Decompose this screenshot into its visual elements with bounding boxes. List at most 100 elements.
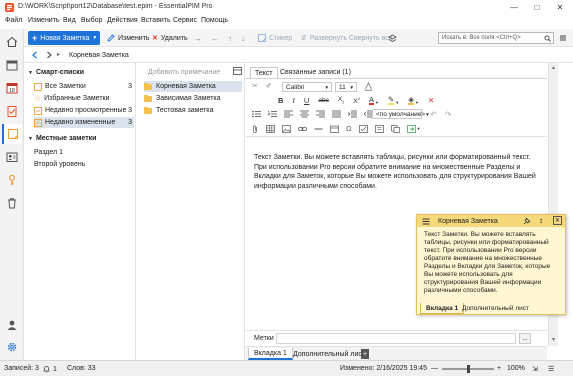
home-icon[interactable] xyxy=(4,34,20,50)
search-input[interactable]: Искать в: Все поля <Ctrl+Q> xyxy=(438,32,554,44)
floating-tab-extra[interactable]: Дополнительный лист xyxy=(457,303,534,314)
highlight-icon[interactable]: ✎ ▼ xyxy=(387,96,399,106)
add-note-input[interactable]: Добавить примечание xyxy=(148,69,220,76)
image-icon[interactable] xyxy=(282,124,291,133)
maximize-button[interactable]: □ xyxy=(526,0,548,14)
delete-button[interactable]: ✕ Удалить xyxy=(152,31,188,45)
status-expand-icon[interactable]: ⇲ xyxy=(532,365,538,373)
menu-select[interactable]: Выбор xyxy=(81,17,103,24)
toolbar-menu-icon[interactable] xyxy=(559,31,567,45)
export-icon[interactable]: ▼ xyxy=(406,124,421,133)
breadcrumb[interactable]: Корневая Заметка xyxy=(69,52,129,59)
align-center-icon[interactable] xyxy=(300,110,309,118)
status-settings-icon[interactable]: ☰ xyxy=(548,365,554,373)
arrow-left-icon[interactable]: ← xyxy=(211,34,219,43)
menu-file[interactable]: Файл xyxy=(5,17,22,24)
menu-help[interactable]: Помощь xyxy=(201,17,228,24)
pin-icon[interactable] xyxy=(523,217,531,225)
expand-collapse-button[interactable]: ⇵ Развернуть Свернуть все xyxy=(301,31,393,45)
notifications-indicator[interactable]: 1 xyxy=(43,365,57,373)
menu-view[interactable]: Вид xyxy=(63,17,76,24)
copy-icon[interactable] xyxy=(390,124,400,133)
settings-gear-icon[interactable] xyxy=(4,339,20,355)
scroll-down-icon[interactable]: ▼ xyxy=(551,337,556,343)
subscript-icon[interactable]: X2 xyxy=(338,96,345,104)
sheet-tab-extra[interactable]: Дополнительный лист xyxy=(288,348,370,360)
menu-icon[interactable] xyxy=(422,218,430,225)
view-options-icon[interactable] xyxy=(388,31,397,45)
note-body-text[interactable]: Текст Заметки. Вы можете вставлять табли… xyxy=(254,153,539,191)
trash-icon[interactable] xyxy=(4,195,20,211)
redo-icon[interactable]: ↷ xyxy=(445,110,452,119)
tab-text[interactable]: Текст xyxy=(250,67,278,78)
zoom-slider[interactable] xyxy=(442,365,494,373)
font-size-select[interactable]: 11 ▼ xyxy=(335,82,357,92)
local-section-1[interactable]: Раздел 1 xyxy=(34,147,134,158)
date-icon[interactable] xyxy=(330,125,339,133)
calendar-day-icon[interactable]: 18 xyxy=(4,80,20,96)
symbol-icon[interactable]: Ω xyxy=(346,124,352,133)
note-item[interactable]: Корневая Заметка xyxy=(144,81,242,92)
background-color-icon[interactable]: ◈ ▼ xyxy=(408,96,419,106)
menu-insert[interactable]: Вставить xyxy=(141,17,171,24)
indent-icon[interactable] xyxy=(348,110,357,118)
floating-note-text[interactable]: Текст Заметки. Вы можете вставлять табли… xyxy=(424,231,561,300)
style-select[interactable]: <по умолчание> ▼ xyxy=(372,109,430,119)
local-notes-header[interactable]: ▼ Местные заметки xyxy=(28,135,96,142)
notes-icon[interactable] xyxy=(2,124,22,144)
arrow-down-icon[interactable]: ↓ xyxy=(241,34,245,43)
align-left-icon[interactable] xyxy=(284,110,293,118)
attach-icon[interactable] xyxy=(252,124,259,133)
sheet-tab-1[interactable]: Вкладка 1 xyxy=(248,348,293,360)
note-link-icon[interactable] xyxy=(374,124,384,133)
tasks-icon[interactable] xyxy=(4,103,20,119)
numbered-list-icon[interactable] xyxy=(268,110,277,118)
note-item[interactable]: Зависимая Заметка xyxy=(144,93,242,104)
clear-format-icon[interactable]: ✕ xyxy=(428,96,434,105)
underline-icon[interactable]: U xyxy=(304,96,309,105)
labels-input[interactable] xyxy=(276,333,516,344)
minimize-button[interactable]: — xyxy=(503,0,525,14)
table-icon[interactable] xyxy=(266,124,275,133)
tab-linked-items[interactable]: Связанные записи (1) xyxy=(276,67,355,78)
passwords-icon[interactable] xyxy=(4,172,20,188)
menu-edit[interactable]: Изменить xyxy=(28,17,60,24)
forward-arrow-icon[interactable] xyxy=(45,51,53,59)
new-note-button[interactable]: + Новая Заметка ▼ xyxy=(28,31,100,45)
close-window-button[interactable]: ✕ xyxy=(549,0,571,14)
bold-icon[interactable]: B xyxy=(278,96,283,105)
arrow-right-icon[interactable]: → xyxy=(194,34,202,43)
horizontal-rule-icon[interactable] xyxy=(314,125,323,133)
floating-note-header[interactable]: Корневая Заметка ↕ ✕ xyxy=(417,215,565,227)
search-icon[interactable] xyxy=(544,34,551,42)
link-icon[interactable] xyxy=(298,125,307,133)
chevron-down-icon[interactable]: ▼ xyxy=(92,35,97,41)
floating-note[interactable]: Корневая Заметка ↕ ✕ Текст Заметки. Вы м… xyxy=(416,214,566,315)
smart-list-recently-viewed[interactable]: Недавно просмотренные 3 xyxy=(34,105,134,116)
align-right-icon[interactable] xyxy=(316,110,325,118)
smart-list-all-notes[interactable]: Все Заметки 3 xyxy=(34,81,134,92)
labels-browse-button[interactable]: ... xyxy=(519,333,531,344)
arrow-up-icon[interactable]: ↑ xyxy=(228,34,232,43)
cut-icon[interactable]: ✂ xyxy=(252,82,258,90)
scroll-up-icon[interactable]: ▲ xyxy=(551,65,556,71)
calendar-icon[interactable] xyxy=(4,57,20,73)
edit-button[interactable]: Изменить xyxy=(107,31,150,45)
text-color-icon[interactable]: A ▼ xyxy=(368,96,379,106)
note-item[interactable]: Тестовая заметка xyxy=(144,105,242,116)
undo-icon[interactable]: ↶ xyxy=(430,110,437,119)
zoom-in-icon[interactable]: + xyxy=(497,365,501,372)
format-painter-icon[interactable]: ✐ xyxy=(266,82,272,90)
back-arrow-icon[interactable] xyxy=(31,51,39,59)
sticker-button[interactable]: Стикер xyxy=(258,31,292,45)
bullet-list-icon[interactable] xyxy=(252,110,261,118)
strikethrough-icon[interactable]: abc xyxy=(318,97,328,104)
close-icon[interactable]: ✕ xyxy=(553,216,562,225)
superscript-icon[interactable]: X2 xyxy=(353,96,360,105)
contacts-icon[interactable] xyxy=(4,149,20,165)
list-view-icon[interactable] xyxy=(233,67,242,75)
justify-icon[interactable] xyxy=(332,110,341,118)
menu-tools[interactable]: Сервис xyxy=(173,17,197,24)
zoom-out-icon[interactable]: — xyxy=(431,365,438,372)
local-section-2[interactable]: Второй уровень xyxy=(34,159,134,170)
